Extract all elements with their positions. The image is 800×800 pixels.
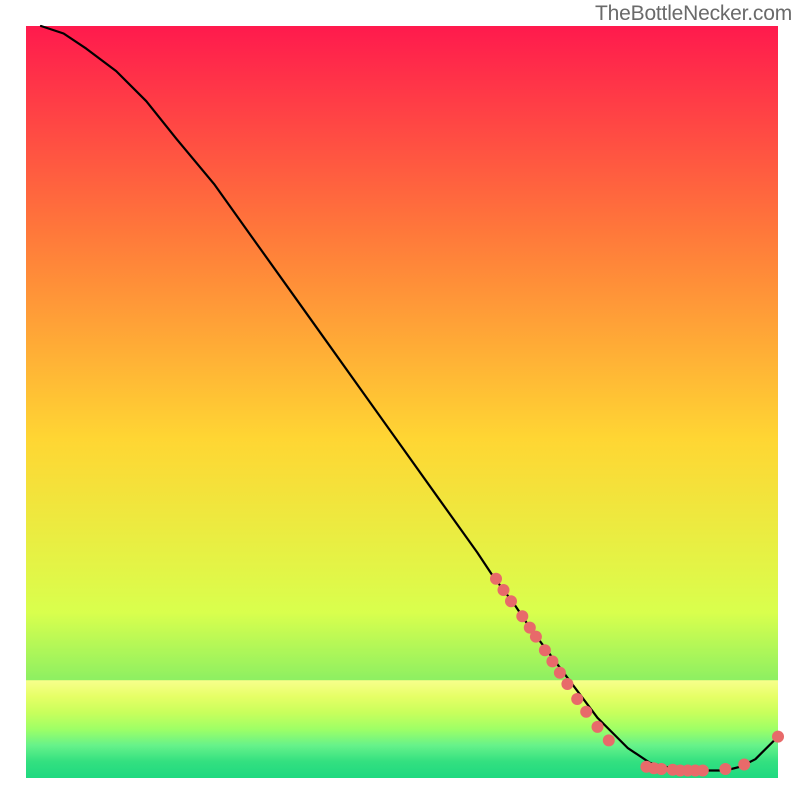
plot-background: [26, 26, 778, 778]
highlight-dot: [592, 721, 604, 733]
highlight-dot: [554, 667, 566, 679]
highlight-dot: [516, 610, 528, 622]
chart-container: TheBottleNecker.com: [0, 0, 800, 800]
highlight-dot: [498, 584, 510, 596]
plot-bottom-band: [26, 680, 778, 778]
highlight-dot: [655, 763, 667, 775]
highlight-dot: [603, 734, 615, 746]
highlight-dot: [697, 765, 709, 777]
highlight-dot: [505, 595, 517, 607]
chart-svg: [0, 0, 800, 800]
highlight-dot: [490, 573, 502, 585]
highlight-dot: [546, 655, 558, 667]
highlight-dot: [580, 706, 592, 718]
highlight-dot: [738, 759, 750, 771]
highlight-dot: [539, 644, 551, 656]
highlight-dot: [561, 678, 573, 690]
highlight-dot: [571, 693, 583, 705]
highlight-dot: [530, 631, 542, 643]
highlight-dot: [772, 731, 784, 743]
highlight-dot: [719, 763, 731, 775]
